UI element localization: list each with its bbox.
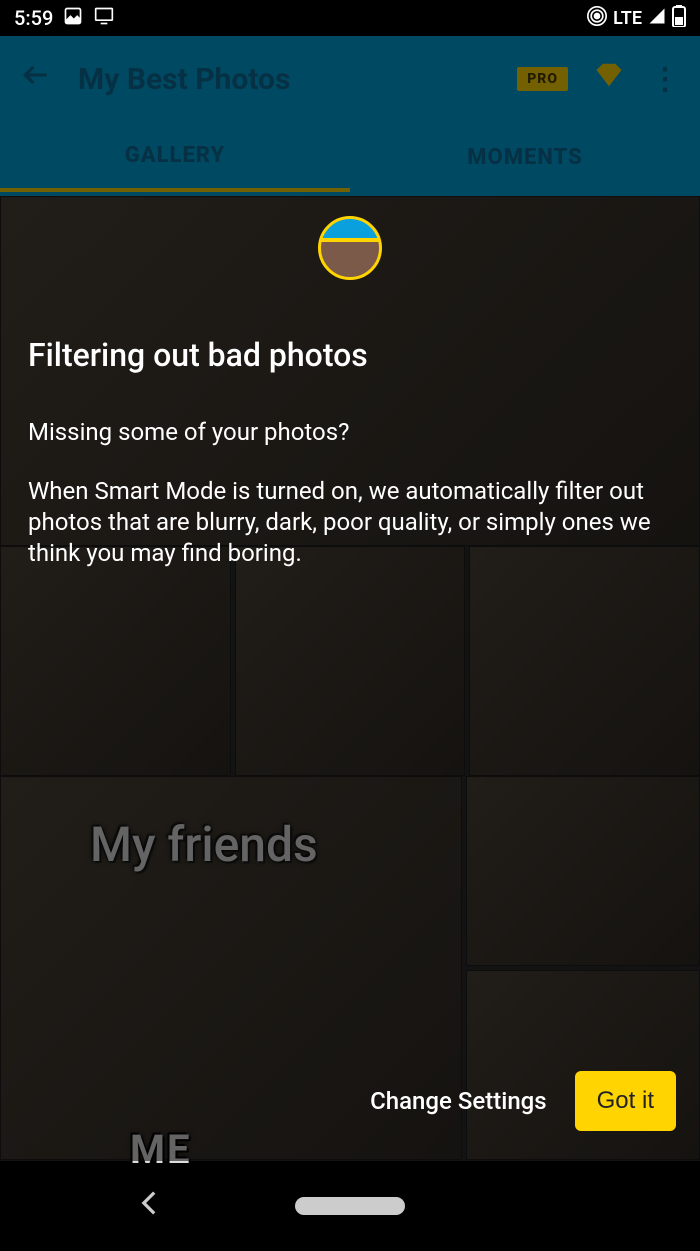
status-left: 5:59	[14, 6, 115, 31]
hotspot-icon	[587, 6, 607, 31]
tutorial-content: Filtering out bad photos Missing some of…	[28, 336, 672, 570]
status-time: 5:59	[14, 6, 53, 30]
tutorial-subtitle: Missing some of your photos?	[28, 418, 672, 446]
change-settings-button[interactable]: Change Settings	[370, 1087, 547, 1115]
cast-icon	[93, 6, 115, 31]
system-nav-bar	[0, 1161, 700, 1251]
status-right: LTE	[587, 5, 686, 32]
battery-icon	[672, 5, 686, 32]
status-lte: LTE	[613, 8, 642, 29]
tutorial-body: When Smart Mode is turned on, we automat…	[28, 476, 672, 570]
got-it-button[interactable]: Got it	[575, 1071, 676, 1131]
phone-frame: 5:59 LTE	[0, 0, 700, 1251]
status-bar: 5:59 LTE	[0, 0, 700, 36]
image-icon	[63, 6, 83, 31]
loading-indicator-icon	[318, 216, 382, 280]
tutorial-overlay: Filtering out bad photos Missing some of…	[0, 36, 700, 1161]
tutorial-title: Filtering out bad photos	[28, 336, 672, 374]
nav-back-icon[interactable]	[140, 1189, 158, 1224]
nav-home-pill[interactable]	[295, 1197, 405, 1215]
signal-icon	[648, 7, 666, 30]
tutorial-actions: Change Settings Got it	[370, 1071, 676, 1131]
